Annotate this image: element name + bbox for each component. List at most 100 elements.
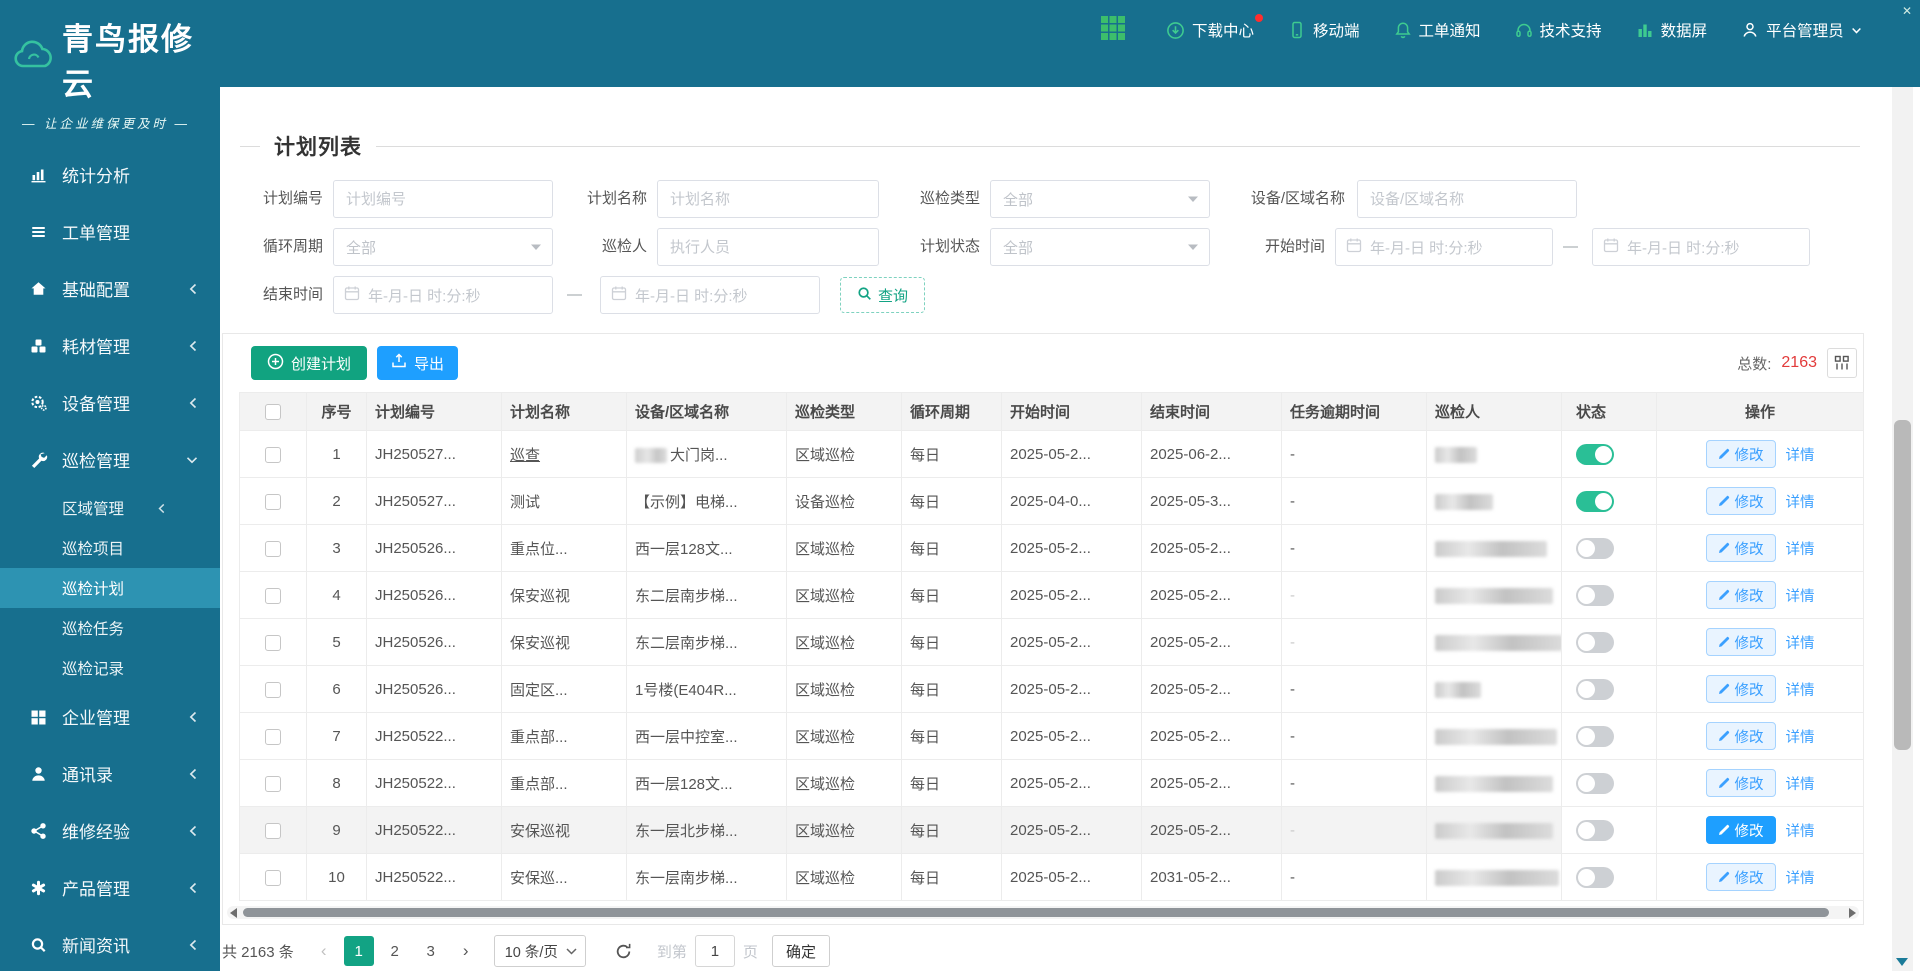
plan-name[interactable]: 保安巡视	[510, 635, 570, 652]
horizontal-scroll-thumb[interactable]	[243, 908, 1829, 917]
submenu-inspection-items[interactable]: 巡检项目	[0, 528, 220, 568]
select-all-checkbox[interactable]	[265, 404, 281, 420]
apps-grid-icon[interactable]	[1100, 15, 1126, 46]
confirm-button[interactable]: 确定	[772, 935, 830, 967]
edit-button[interactable]: 修改	[1706, 487, 1776, 515]
sidebar-item-workorder[interactable]: 工单管理	[0, 203, 220, 260]
detail-link[interactable]: 详情	[1786, 679, 1815, 700]
detail-link[interactable]: 详情	[1786, 444, 1815, 465]
page-2-button[interactable]: 2	[380, 936, 410, 966]
row-checkbox[interactable]	[265, 447, 281, 463]
scroll-down-arrow[interactable]	[1896, 958, 1908, 966]
refresh-button[interactable]	[614, 942, 633, 961]
row-checkbox[interactable]	[265, 870, 281, 886]
plan-name[interactable]: 巡查	[510, 447, 540, 464]
sidebar-item-consumables[interactable]: 耗材管理	[0, 317, 220, 374]
status-toggle[interactable]	[1576, 773, 1614, 794]
edit-button[interactable]: 修改	[1706, 628, 1776, 656]
edit-button[interactable]: 修改	[1706, 816, 1776, 844]
corner-close-icon[interactable]: ✕	[1902, 4, 1912, 18]
status-toggle[interactable]	[1576, 538, 1614, 559]
sidebar-item-contacts[interactable]: 通讯录	[0, 745, 220, 802]
search-button[interactable]: 查询	[840, 277, 925, 313]
edit-button[interactable]: 修改	[1706, 863, 1776, 891]
nav-workorder-notice[interactable]: 工单通知	[1394, 19, 1481, 41]
submenu-inspection-tasks[interactable]: 巡检任务	[0, 608, 220, 648]
end-time-from-picker[interactable]: 年-月-日 时:分:秒	[333, 276, 553, 314]
detail-link[interactable]: 详情	[1786, 867, 1815, 888]
horizontal-scrollbar[interactable]	[227, 906, 1859, 919]
sidebar-item-products[interactable]: 产品管理	[0, 859, 220, 916]
area-name-input[interactable]	[1358, 181, 1576, 217]
row-checkbox[interactable]	[265, 635, 281, 651]
prev-page-button[interactable]: ‹	[310, 936, 338, 966]
plan-name[interactable]: 安保巡视	[510, 823, 570, 840]
next-page-button[interactable]: ›	[452, 936, 480, 966]
start-time-to-picker[interactable]: 年-月-日 时:分:秒	[1592, 228, 1810, 266]
detail-link[interactable]: 详情	[1786, 773, 1815, 794]
column-settings-button[interactable]	[1827, 348, 1857, 378]
page-size-select[interactable]: 10 条/页	[494, 935, 586, 967]
detail-link[interactable]: 详情	[1786, 632, 1815, 653]
nav-tech-support[interactable]: 技术支持	[1515, 19, 1602, 41]
plan-name[interactable]: 固定区...	[510, 682, 568, 699]
sidebar-item-news[interactable]: 新闻资讯	[0, 916, 220, 971]
plan-name[interactable]: 重点部...	[510, 729, 568, 746]
sidebar-item-stats[interactable]: 统计分析	[0, 146, 220, 203]
page-1-button[interactable]: 1	[344, 936, 374, 966]
sidebar-item-inspection[interactable]: 巡检管理	[0, 431, 220, 488]
nav-user-menu[interactable]: 平台管理员	[1741, 19, 1862, 41]
detail-link[interactable]: 详情	[1786, 726, 1815, 747]
detail-link[interactable]: 详情	[1786, 491, 1815, 512]
status-toggle[interactable]	[1576, 632, 1614, 653]
status-toggle[interactable]	[1576, 726, 1614, 747]
nav-download-center[interactable]: 下载中心	[1166, 19, 1254, 41]
sidebar-item-basic-config[interactable]: 基础配置	[0, 260, 220, 317]
edit-button[interactable]: 修改	[1706, 581, 1776, 609]
row-checkbox[interactable]	[265, 823, 281, 839]
status-toggle[interactable]	[1576, 444, 1614, 465]
row-checkbox[interactable]	[265, 729, 281, 745]
status-toggle[interactable]	[1576, 867, 1614, 888]
row-checkbox[interactable]	[265, 494, 281, 510]
row-checkbox[interactable]	[265, 588, 281, 604]
sidebar-item-repair-experience[interactable]: 维修经验	[0, 802, 220, 859]
vertical-scroll-thumb[interactable]	[1894, 420, 1911, 750]
cycle-select[interactable]: 全部	[333, 228, 553, 266]
end-time-to-picker[interactable]: 年-月-日 时:分:秒	[600, 276, 820, 314]
nav-mobile[interactable]: 移动端	[1288, 19, 1360, 41]
row-checkbox[interactable]	[265, 776, 281, 792]
scroll-right-arrow[interactable]	[1849, 908, 1856, 918]
scroll-left-arrow[interactable]	[230, 908, 237, 918]
edit-button[interactable]: 修改	[1706, 675, 1776, 703]
page-3-button[interactable]: 3	[416, 936, 446, 966]
edit-button[interactable]: 修改	[1706, 440, 1776, 468]
row-checkbox[interactable]	[265, 682, 281, 698]
plan-name[interactable]: 重点位...	[510, 541, 568, 558]
start-time-from-picker[interactable]: 年-月-日 时:分:秒	[1335, 228, 1553, 266]
plan-name[interactable]: 测试	[510, 494, 540, 511]
row-checkbox[interactable]	[265, 541, 281, 557]
vertical-scrollbar[interactable]	[1892, 87, 1913, 971]
edit-button[interactable]: 修改	[1706, 534, 1776, 562]
submenu-inspection-plan[interactable]: 巡检计划	[0, 568, 220, 608]
create-plan-button[interactable]: 创建计划	[251, 346, 367, 380]
plan-name[interactable]: 保安巡视	[510, 588, 570, 605]
nav-data-screen[interactable]: 数据屏	[1636, 19, 1708, 41]
sidebar-item-devices[interactable]: 设备管理	[0, 374, 220, 431]
plan-name[interactable]: 重点部...	[510, 776, 568, 793]
plan-status-select[interactable]: 全部	[990, 228, 1210, 266]
status-toggle[interactable]	[1576, 679, 1614, 700]
status-toggle[interactable]	[1576, 585, 1614, 606]
inspector-input[interactable]	[658, 229, 878, 265]
status-toggle[interactable]	[1576, 491, 1614, 512]
detail-link[interactable]: 详情	[1786, 538, 1815, 559]
detail-link[interactable]: 详情	[1786, 820, 1815, 841]
plan-code-input[interactable]	[334, 181, 552, 217]
plan-name[interactable]: 安保巡...	[510, 870, 568, 887]
detail-link[interactable]: 详情	[1786, 585, 1815, 606]
edit-button[interactable]: 修改	[1706, 769, 1776, 797]
sidebar-item-enterprise[interactable]: 企业管理	[0, 688, 220, 745]
edit-button[interactable]: 修改	[1706, 722, 1776, 750]
submenu-area-management[interactable]: 区域管理	[0, 488, 220, 528]
